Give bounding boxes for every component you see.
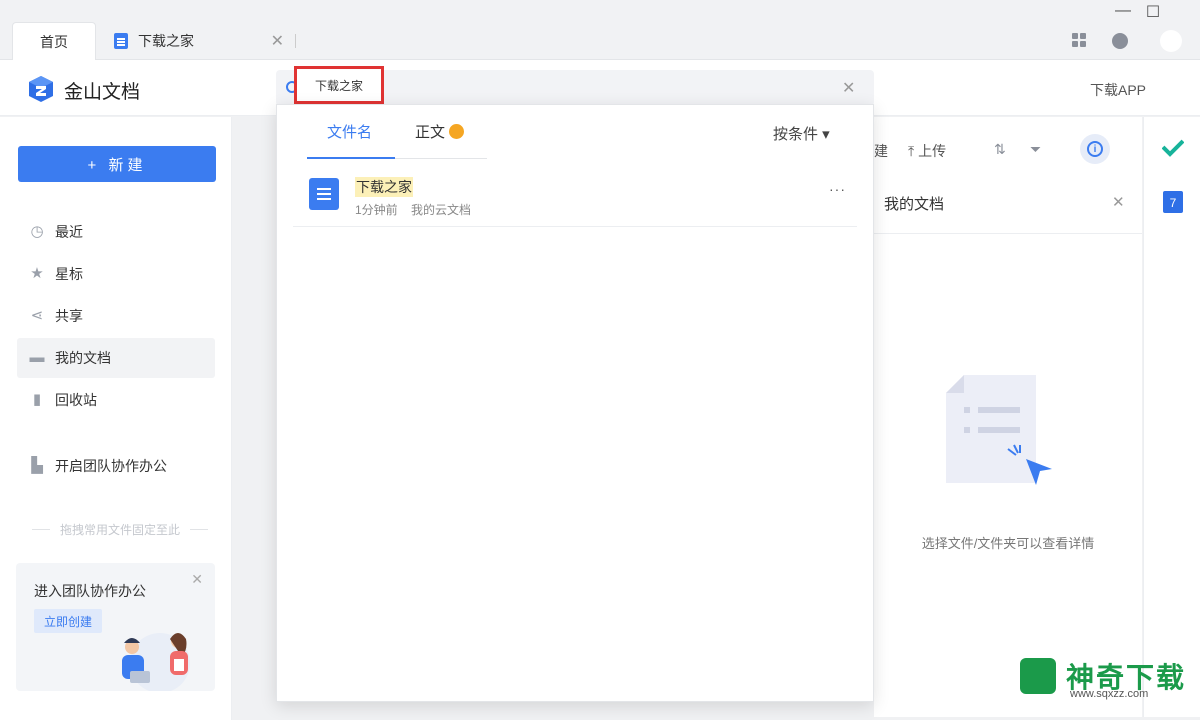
title-bar: 首页 下载之家 ✕ — ☐ — [0, 0, 1200, 60]
watermark-url: www.sqxzz.com — [1070, 688, 1149, 700]
result-meta: 1分钟前 我的云文档 — [355, 201, 471, 218]
promo-title: 进入团队协作办公 — [34, 583, 146, 599]
close-icon[interactable]: ✕ — [271, 31, 284, 51]
check-app-icon[interactable] — [1162, 139, 1184, 157]
pin-hint: 拖拽常用文件固定至此 — [30, 521, 210, 538]
share-icon: ⋖ — [30, 307, 44, 324]
sort-icon[interactable]: ⇅ — [994, 141, 1006, 158]
kdocs-logo-icon — [29, 76, 53, 102]
filter-dropdown[interactable]: 按条件 ▾ — [773, 123, 830, 144]
info-button[interactable]: i — [1080, 134, 1110, 164]
close-icon[interactable]: ✕ — [191, 571, 203, 588]
apps-grid-icon[interactable] — [1072, 33, 1086, 47]
create-team-button[interactable]: 立即创建 — [34, 609, 102, 633]
sidebar-item-trash[interactable]: ▮ 回收站 — [17, 380, 215, 420]
building-icon: ▙ — [31, 457, 43, 474]
calendar-icon[interactable]: 7 — [1163, 191, 1183, 213]
sidebar-item-shared[interactable]: ⋖ 共享 — [17, 296, 215, 336]
clock-icon: ◷ — [30, 223, 44, 240]
maximize-button[interactable]: ☐ — [1138, 2, 1168, 22]
trash-icon: ▮ — [32, 391, 42, 408]
minimize-button[interactable]: — — [1108, 2, 1138, 20]
sidebar-item-label: 最近 — [55, 224, 83, 240]
empty-document-illustration-icon — [946, 375, 1052, 485]
folder-icon: ▬ — [29, 349, 45, 366]
sidebar-item-label: 开启团队协作办公 — [55, 458, 167, 474]
search-dropdown: 文件名 正文 按条件 ▾ 下载之家 1分钟前 我的云文档 ··· — [276, 104, 874, 702]
team-illustration-icon — [122, 633, 190, 691]
message-icon[interactable] — [1112, 33, 1128, 49]
avatar[interactable] — [1160, 30, 1182, 52]
result-time: 1分钟前 — [355, 203, 398, 217]
clear-search-icon[interactable]: ✕ — [842, 78, 855, 98]
sidebar-item-my-documents[interactable]: ▬ 我的文档 — [17, 338, 215, 378]
tab-content[interactable]: 正文 — [415, 121, 465, 142]
info-icon: i — [1087, 141, 1103, 157]
sidebar-item-label: 我的文档 — [55, 350, 111, 366]
upload-button[interactable]: ⤒ 上传 — [908, 141, 946, 161]
sidebar-item-team[interactable]: ▙ 开启团队协作办公 — [17, 446, 215, 486]
search-query-chip[interactable]: 下载之家 — [294, 66, 384, 104]
tab-label: 下载之家 — [138, 33, 194, 49]
sidebar-item-label: 共享 — [55, 308, 83, 324]
new-button[interactable]: + 新建 — [18, 146, 216, 182]
sidebar: + 新建 ◷ 最近 ★ 星标 ⋖ 共享 ▬ 我的文档 ▮ 回收站 ▙ 开启团队协… — [0, 117, 232, 720]
sidebar-item-starred[interactable]: ★ 星标 — [17, 254, 215, 294]
document-icon — [309, 178, 339, 210]
new-partial-label[interactable]: 建 — [874, 141, 888, 161]
tab-label: 首页 — [40, 33, 68, 50]
document-icon — [114, 33, 128, 49]
search-result-item[interactable]: 下载之家 1分钟前 我的云文档 ··· — [293, 171, 857, 227]
tab-filename[interactable]: 文件名 — [327, 121, 372, 142]
upload-icon: ⤒ — [908, 143, 915, 159]
sidebar-item-label: 回收站 — [55, 392, 97, 408]
result-location: 我的云文档 — [411, 203, 472, 217]
team-promo-card: 进入团队协作办公 ✕ 立即创建 — [16, 563, 215, 691]
watermark-logo-icon — [1020, 658, 1056, 694]
active-tab-indicator — [307, 157, 395, 159]
tab-document[interactable]: 下载之家 ✕ — [114, 22, 294, 60]
divider — [874, 233, 1142, 234]
filter-icon[interactable]: ⏷ — [1030, 141, 1041, 158]
upload-label: 上传 — [918, 143, 947, 159]
more-options-icon[interactable]: ··· — [829, 181, 846, 197]
result-name: 下载之家 — [355, 177, 413, 197]
details-panel: 建 ⤒ 上传 ⇅ ⏷ i 我的文档 ✕ 选择文件/文件夹可以查看详情 — [874, 117, 1142, 717]
star-icon: ★ — [30, 265, 44, 282]
right-rail: 7 — [1143, 117, 1200, 717]
download-app-link[interactable]: 下载APP — [1090, 80, 1146, 100]
details-title: 我的文档 — [884, 196, 945, 213]
sidebar-item-label: 星标 — [55, 266, 83, 282]
tab-home[interactable]: 首页 — [12, 22, 96, 60]
premium-crown-icon — [449, 124, 465, 139]
app-title: 金山文档 — [64, 82, 141, 103]
close-icon[interactable]: ✕ — [1112, 193, 1125, 211]
tab-label: 正文 — [415, 124, 446, 141]
sidebar-item-recent[interactable]: ◷ 最近 — [17, 212, 215, 252]
empty-state-text: 选择文件/文件夹可以查看详情 — [921, 536, 1095, 551]
tab-divider — [295, 34, 296, 48]
